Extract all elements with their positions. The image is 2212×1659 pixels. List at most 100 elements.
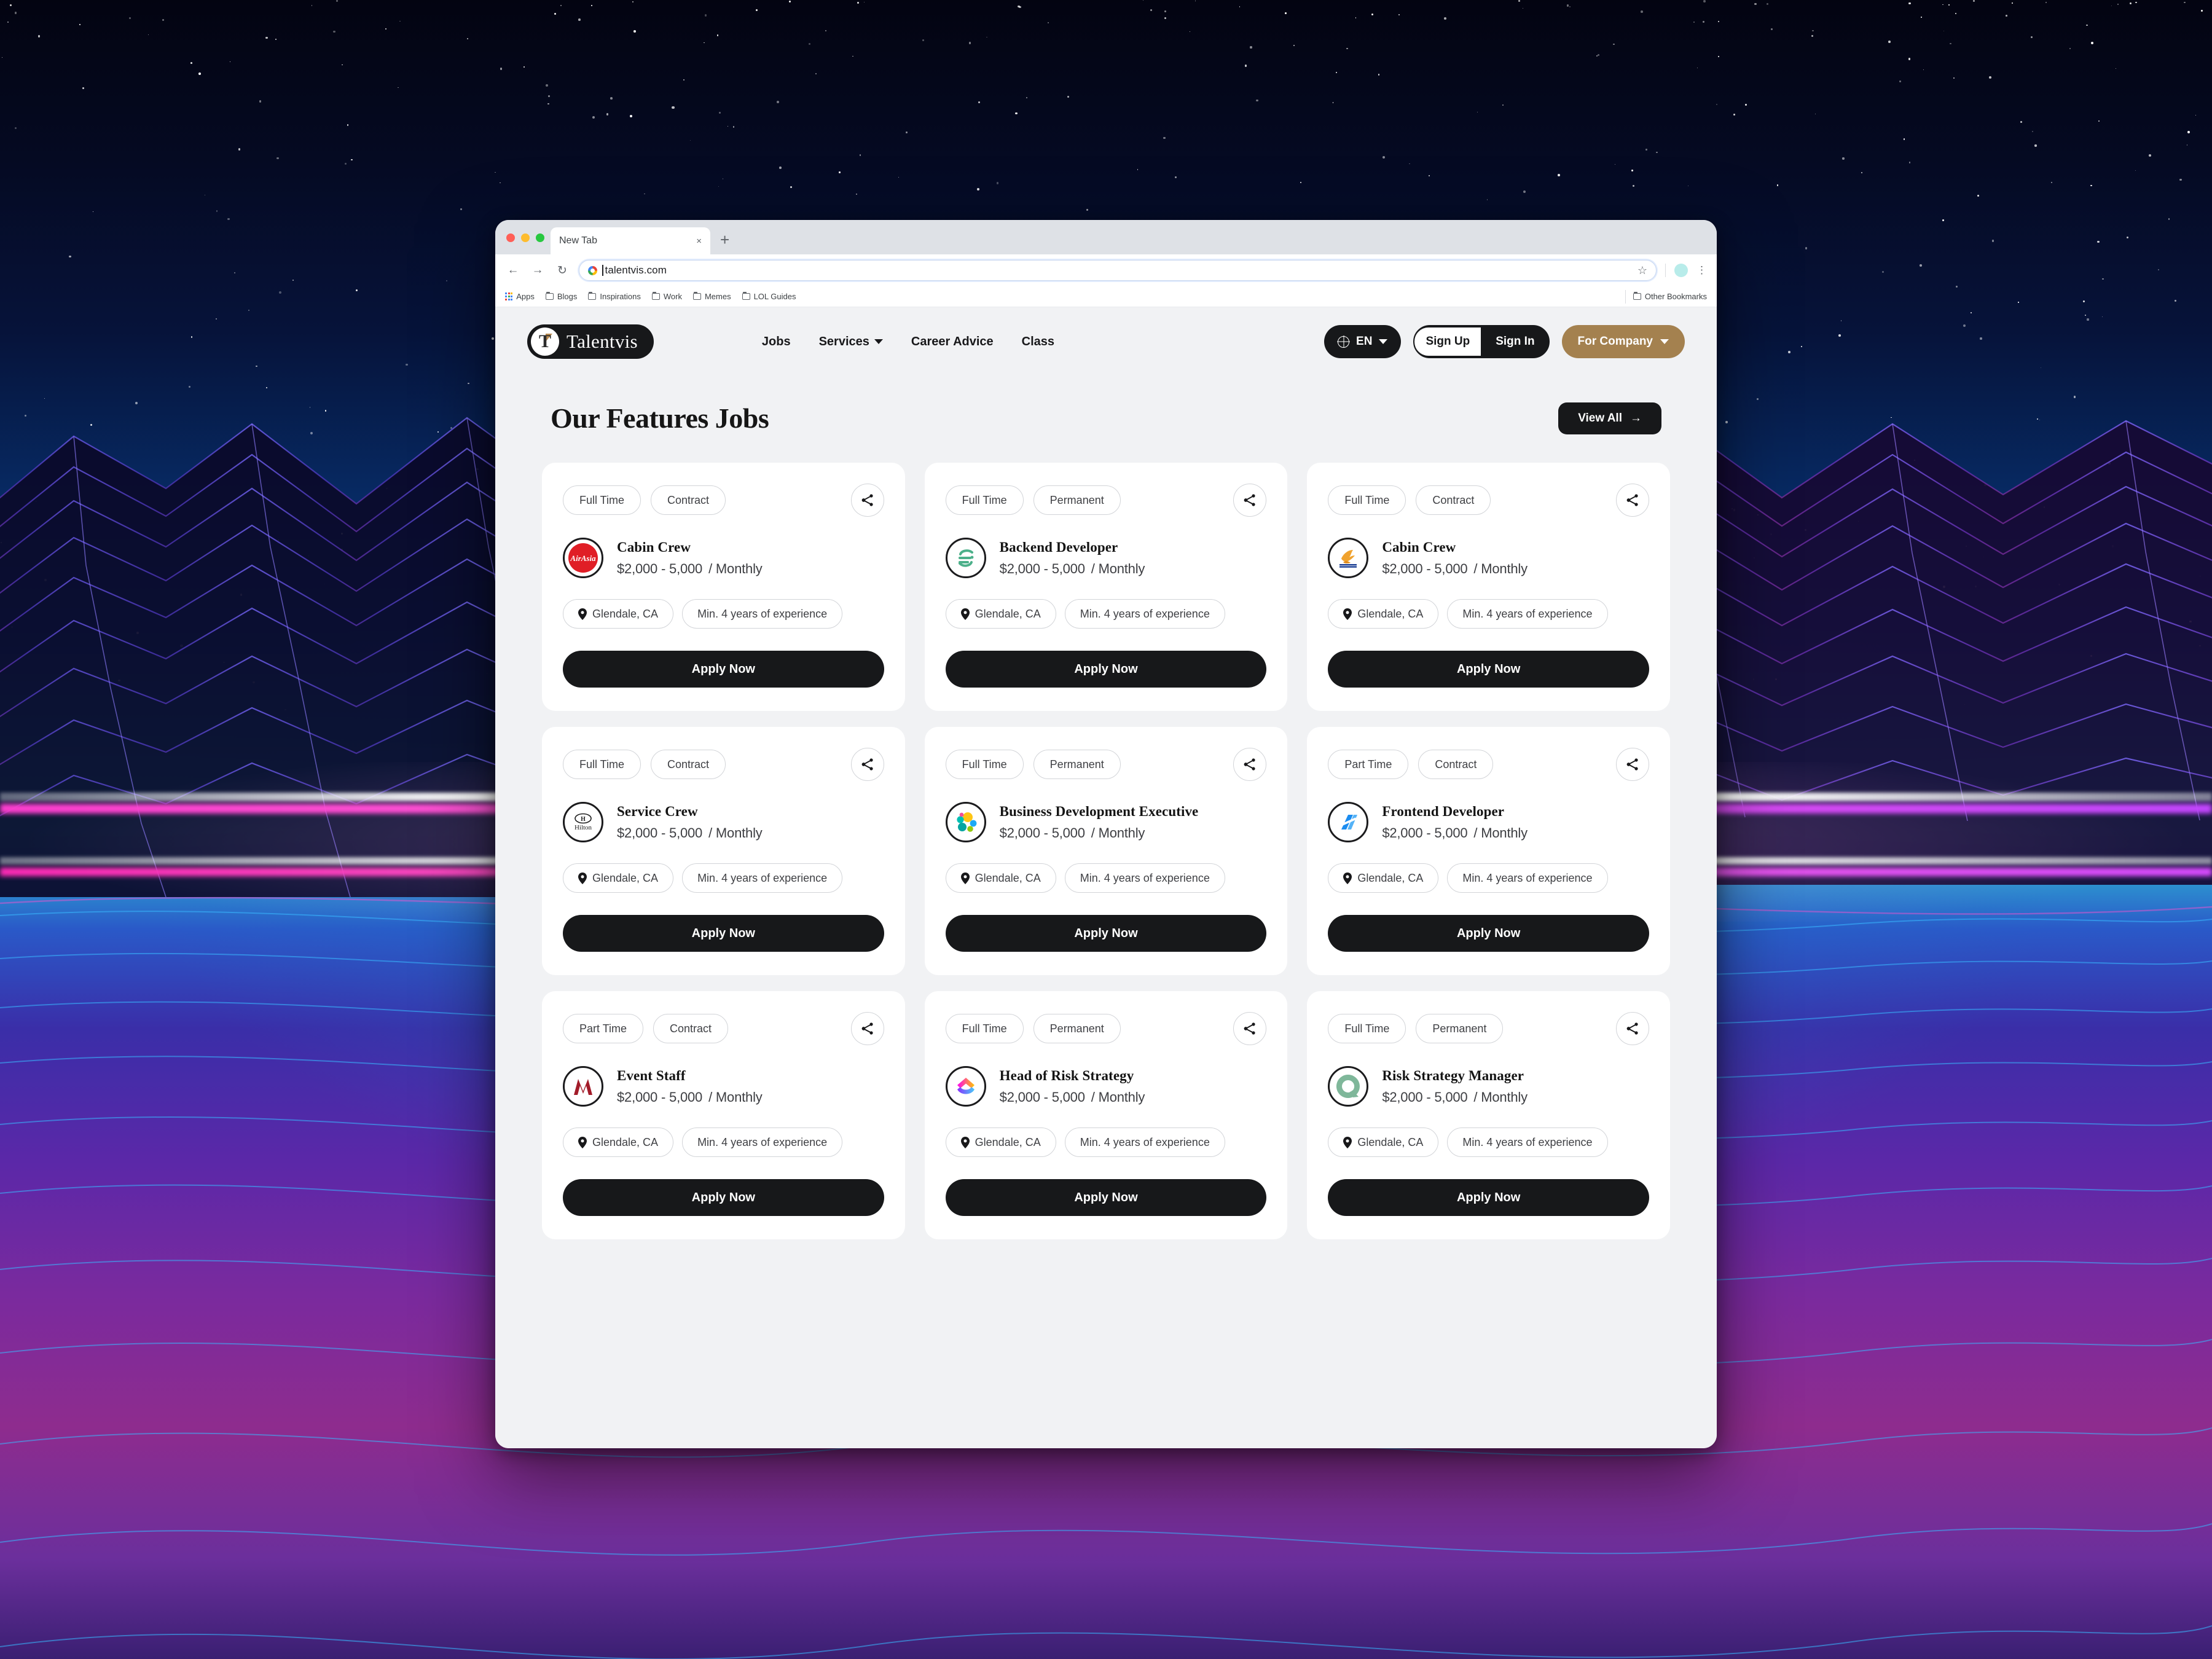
share-button[interactable] xyxy=(1233,484,1267,517)
job-card[interactable]: Full Time Permanent Business Development… xyxy=(924,727,1288,975)
job-card[interactable]: Full Time Contract Cabin Crew $2,000 - 5… xyxy=(1307,463,1670,711)
job-type-tag[interactable]: Full Time xyxy=(563,485,641,515)
job-card[interactable]: Part Time Contract Frontend Developer $2… xyxy=(1307,727,1670,975)
nav-item-career-advice[interactable]: Career Advice xyxy=(911,335,994,349)
job-type-tag[interactable]: Part Time xyxy=(1328,750,1409,779)
nav-item-services[interactable]: Services xyxy=(819,335,883,349)
job-contract-tag[interactable]: Permanent xyxy=(1416,1014,1504,1043)
job-card[interactable]: Full Time Permanent Risk Strategy Manage… xyxy=(1307,991,1670,1239)
folder-icon xyxy=(742,291,750,300)
share-button[interactable] xyxy=(1233,1012,1267,1045)
job-contract-tag[interactable]: Permanent xyxy=(1033,750,1121,779)
maximize-window-button[interactable] xyxy=(536,233,544,242)
nav-item-class[interactable]: Class xyxy=(1022,335,1054,349)
job-experience-chip[interactable]: Min. 4 years of experience xyxy=(682,1128,843,1157)
job-card[interactable]: Full Time Permanent Head of Risk Strateg… xyxy=(924,991,1288,1239)
job-contract-tag[interactable]: Contract xyxy=(651,750,726,779)
tab-close-icon[interactable]: × xyxy=(696,236,702,246)
singapore-airlines-logo xyxy=(1328,538,1369,578)
language-selector[interactable]: EN xyxy=(1324,325,1402,358)
sign-in-button[interactable]: Sign In xyxy=(1482,335,1548,348)
share-button[interactable] xyxy=(850,484,884,517)
job-card[interactable]: Full Time Contract AirAsia Cabin Crew $2… xyxy=(542,463,905,711)
job-location-chip[interactable]: Glendale, CA xyxy=(945,863,1056,893)
job-experience-chip[interactable]: Min. 4 years of experience xyxy=(1064,599,1225,629)
bookmark-star-icon[interactable]: ☆ xyxy=(1637,264,1647,277)
close-window-button[interactable] xyxy=(506,233,515,242)
share-button[interactable] xyxy=(1233,748,1267,781)
job-experience-chip[interactable]: Min. 4 years of experience xyxy=(682,599,843,629)
sign-up-button[interactable]: Sign Up xyxy=(1414,326,1483,357)
job-location-chip[interactable]: Glendale, CA xyxy=(1328,599,1439,629)
job-contract-tag[interactable]: Permanent xyxy=(1033,485,1121,515)
job-location-chip[interactable]: Glendale, CA xyxy=(563,599,674,629)
job-type-tag[interactable]: Part Time xyxy=(563,1014,644,1043)
apply-now-button[interactable]: Apply Now xyxy=(1328,1179,1649,1216)
apply-now-button[interactable]: Apply Now xyxy=(945,1179,1267,1216)
browser-tab[interactable]: New Tab × xyxy=(551,227,710,254)
window-traffic-lights[interactable] xyxy=(506,233,544,242)
job-location-chip[interactable]: Glendale, CA xyxy=(1328,1128,1439,1157)
job-experience-chip[interactable]: Min. 4 years of experience xyxy=(1064,863,1225,893)
job-experience-chip[interactable]: Min. 4 years of experience xyxy=(682,863,843,893)
job-card[interactable]: Full Time Permanent Backend Developer $2… xyxy=(924,463,1288,711)
job-contract-tag[interactable]: Contract xyxy=(653,1014,729,1043)
apply-now-button[interactable]: Apply Now xyxy=(945,651,1267,688)
apply-now-button[interactable]: Apply Now xyxy=(1328,915,1649,952)
address-bar[interactable]: talentvis.com ☆ xyxy=(579,260,1657,281)
job-location-chip[interactable]: Glendale, CA xyxy=(945,1128,1056,1157)
job-type-tag[interactable]: Full Time xyxy=(945,1014,1024,1043)
job-type-tag[interactable]: Full Time xyxy=(1328,485,1406,515)
bookmark-blogs[interactable]: Blogs xyxy=(545,291,577,301)
minimize-window-button[interactable] xyxy=(521,233,530,242)
job-type-tag[interactable]: Full Time xyxy=(945,485,1024,515)
job-experience-chip[interactable]: Min. 4 years of experience xyxy=(1064,1128,1225,1157)
apply-now-button[interactable]: Apply Now xyxy=(945,915,1267,952)
forward-icon[interactable]: → xyxy=(530,262,546,278)
job-contract-tag[interactable]: Contract xyxy=(651,485,726,515)
apply-now-button[interactable]: Apply Now xyxy=(563,915,884,952)
job-type-tag[interactable]: Full Time xyxy=(1328,1014,1406,1043)
share-button[interactable] xyxy=(850,748,884,781)
browser-menu-icon[interactable]: ⋮ xyxy=(1696,265,1707,275)
nav-label: Jobs xyxy=(761,334,791,348)
back-icon[interactable]: ← xyxy=(505,262,521,278)
apply-now-button[interactable]: Apply Now xyxy=(563,651,884,688)
job-location-chip[interactable]: Glendale, CA xyxy=(563,1128,674,1157)
nav-item-jobs[interactable]: Jobs xyxy=(762,335,791,349)
new-tab-button[interactable]: + xyxy=(720,230,729,249)
talentvis-logo[interactable]: T Talentvis xyxy=(527,324,654,359)
bookmark-other-bookmarks[interactable]: Other Bookmarks xyxy=(1633,291,1707,301)
job-location-chip[interactable]: Glendale, CA xyxy=(563,863,674,893)
bookmark-work[interactable]: Work xyxy=(651,291,682,301)
job-type-tag[interactable]: Full Time xyxy=(945,750,1024,779)
job-contract-tag[interactable]: Contract xyxy=(1416,485,1491,515)
reload-icon[interactable]: ↻ xyxy=(554,262,570,278)
share-button[interactable] xyxy=(1616,484,1649,517)
bookmark-lol-guides[interactable]: LOL Guides xyxy=(742,291,796,301)
bookmark-inspirations[interactable]: Inspirations xyxy=(588,291,641,301)
job-contract-tag[interactable]: Contract xyxy=(1418,750,1494,779)
view-all-button[interactable]: View All → xyxy=(1558,402,1661,434)
for-company-button[interactable]: For Company xyxy=(1561,325,1685,358)
job-experience-chip[interactable]: Min. 4 years of experience xyxy=(1447,863,1608,893)
job-experience-chip[interactable]: Min. 4 years of experience xyxy=(1447,1128,1608,1157)
arrow-right-icon: → xyxy=(1630,411,1642,425)
job-card[interactable]: Part Time Contract Event Staff $2,000 - … xyxy=(542,991,905,1239)
job-location-chip[interactable]: Glendale, CA xyxy=(1328,863,1439,893)
bookmark-apps[interactable]: Apps xyxy=(505,292,535,301)
job-location-chip[interactable]: Glendale, CA xyxy=(945,599,1056,629)
job-card[interactable]: Full Time Contract H Hilton Service Crew… xyxy=(542,727,905,975)
share-button[interactable] xyxy=(1616,1012,1649,1045)
job-experience-chip[interactable]: Min. 4 years of experience xyxy=(1447,599,1608,629)
bookmark-memes[interactable]: Memes xyxy=(692,291,731,301)
profile-avatar[interactable] xyxy=(1674,264,1688,277)
apply-now-button[interactable]: Apply Now xyxy=(563,1179,884,1216)
salary-period: / Monthly xyxy=(1091,560,1145,576)
share-button[interactable] xyxy=(1616,748,1649,781)
experience-label: Min. 4 years of experience xyxy=(697,607,828,620)
apply-now-button[interactable]: Apply Now xyxy=(1328,651,1649,688)
job-type-tag[interactable]: Full Time xyxy=(563,750,641,779)
job-contract-tag[interactable]: Permanent xyxy=(1033,1014,1121,1043)
share-button[interactable] xyxy=(850,1012,884,1045)
